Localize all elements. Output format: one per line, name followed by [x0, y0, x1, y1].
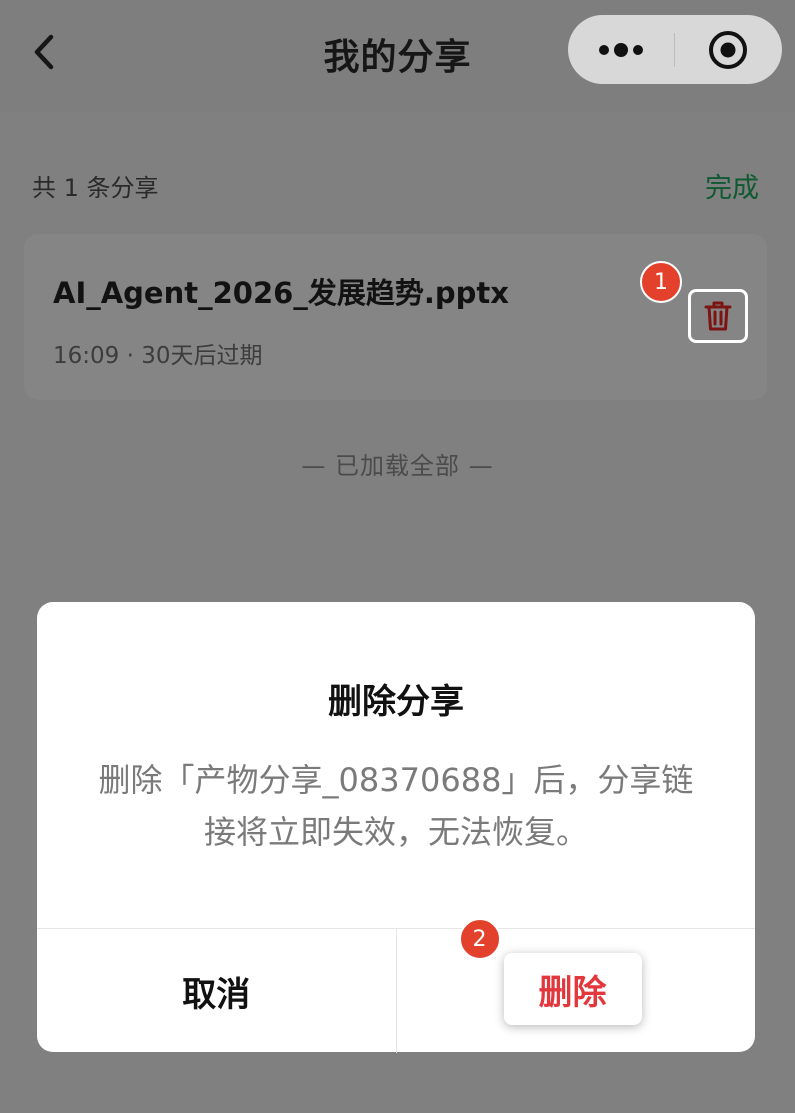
cancel-button[interactable]: 取消	[37, 929, 396, 1053]
dialog-title: 删除分享	[328, 682, 464, 722]
mini-program-capsule	[568, 15, 782, 84]
step-badge: 1	[640, 261, 682, 303]
delete-action-cell: 2 删除	[397, 918, 756, 1053]
share-count: 共 1 条分享	[32, 174, 159, 202]
list-end-indicator: — 已加载全部 —	[301, 452, 494, 480]
screen: 我的分享 共 1 条分享 完成 AI_Agent_2026_发展趋势.pptx	[0, 0, 795, 1113]
dialog-message: 删除「产物分享_08370688」后，分享链接将立即失效，无法恢复。	[98, 761, 694, 851]
dialog-actions: 取消 2 删除	[37, 918, 756, 1053]
more-dots-icon	[599, 42, 643, 57]
confirm-delete-button[interactable]: 删除	[503, 953, 642, 1025]
target-close-icon	[709, 30, 747, 69]
close-button[interactable]	[675, 15, 781, 84]
more-button[interactable]	[568, 15, 674, 84]
file-name: AI_Agent_2026_发展趋势.pptx	[53, 276, 509, 310]
trash-icon	[704, 301, 732, 331]
file-meta: 16:09 · 30天后过期	[53, 343, 263, 369]
delete-confirm-dialog: 删除分享 删除「产物分享_08370688」后，分享链接将立即失效，无法恢复。 …	[37, 602, 756, 1053]
done-button[interactable]: 完成	[705, 166, 759, 205]
nav-bar: 我的分享	[0, 0, 795, 112]
share-card: AI_Agent_2026_发展趋势.pptx 16:09 · 30天后过期 1	[24, 234, 767, 400]
delete-share-button[interactable]	[688, 289, 748, 343]
step-badge: 2	[458, 918, 501, 960]
